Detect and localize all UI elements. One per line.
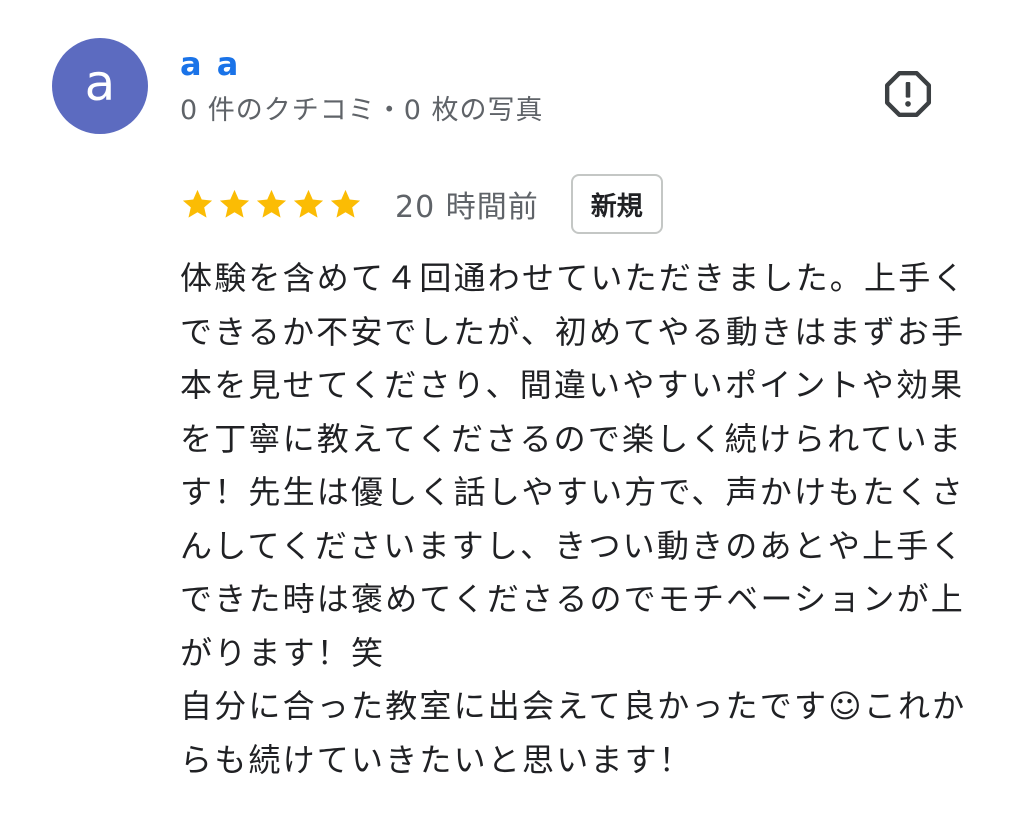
report-button[interactable] <box>880 66 936 122</box>
star-rating <box>180 187 363 222</box>
star-icon <box>256 189 287 218</box>
star-icon <box>293 189 324 218</box>
avatar[interactable]: a <box>52 38 148 134</box>
report-icon <box>884 70 932 118</box>
avatar-letter: a <box>84 54 116 112</box>
reviewer-meta: 0 件のクチコミ・0 枚の写真 <box>180 95 544 126</box>
review-text: 体験を含めて４回通わせていただきました。上手くできるか不安でしたが、初めてやる動… <box>180 259 967 779</box>
star-icon <box>219 189 250 218</box>
star-icon <box>182 189 213 218</box>
star-icon <box>330 189 361 218</box>
new-badge: 新規 <box>570 174 663 234</box>
rating-row: 20 時間前 新規 <box>180 172 663 236</box>
reviewer-name[interactable]: a a <box>180 44 240 84</box>
review-time: 20 時間前 <box>395 190 539 225</box>
